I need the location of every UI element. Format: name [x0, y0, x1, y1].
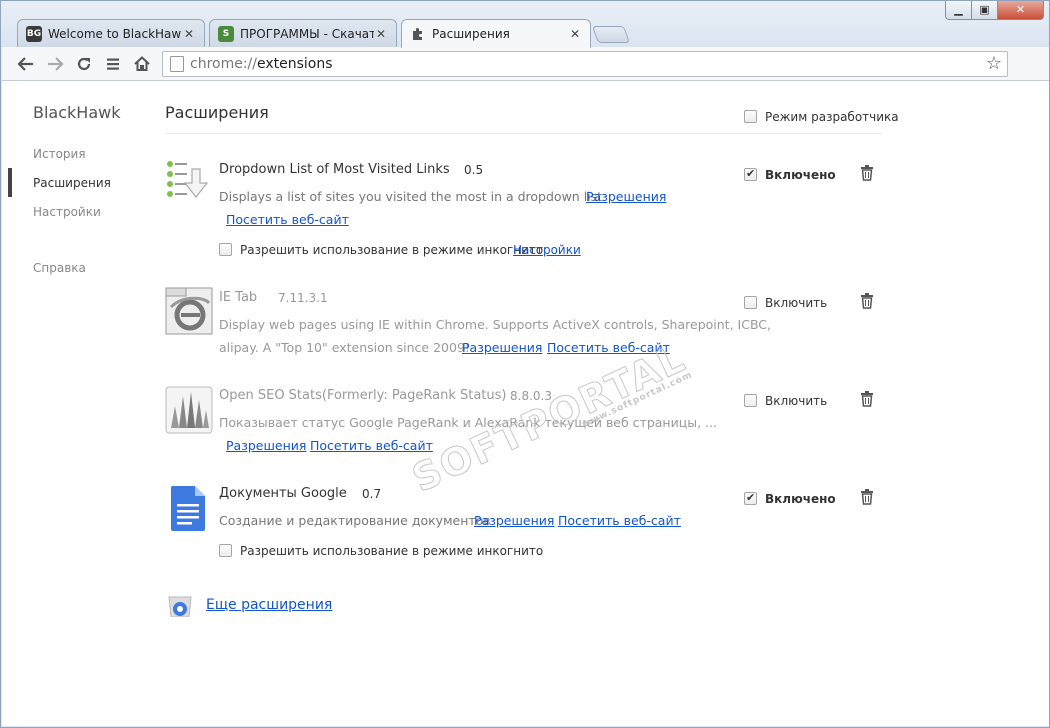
reload-icon[interactable] — [74, 54, 94, 74]
tab-extensions[interactable]: Расширения ✕ — [401, 19, 591, 48]
address-bar[interactable]: chrome://extensions ☆ — [162, 51, 1008, 77]
extension-version: 7.11.3.1 — [278, 291, 328, 305]
permissions-link[interactable]: Разрешения — [474, 513, 554, 528]
trash-icon[interactable] — [860, 165, 874, 181]
sidebar-title: BlackHawk — [33, 103, 121, 122]
sidebar-item-history[interactable]: История — [33, 147, 86, 161]
tab-title: Welcome to BlackHawk W — [48, 26, 182, 41]
incognito-label: Разрешить использование в режиме инкогни… — [240, 544, 544, 558]
google-docs-icon — [165, 484, 213, 532]
tab-blackhawk[interactable]: BG Welcome to BlackHawk W ✕ — [17, 19, 205, 47]
ie-tab-icon — [165, 287, 213, 335]
visit-website-link[interactable]: Посетить веб-сайт — [226, 212, 349, 227]
visit-website-link[interactable]: Посетить веб-сайт — [558, 513, 681, 528]
window-controls: ▁ ▣ ✕ — [945, 1, 1044, 21]
tab-title: ПРОГРАММЫ - Скачать ( — [240, 26, 374, 41]
extension-name: Open SEO Stats(Formerly: PageRank Status… — [219, 388, 507, 403]
forward-arrow-icon[interactable] — [45, 54, 65, 74]
trash-icon[interactable] — [860, 391, 874, 407]
permissions-link[interactable]: Разрешения — [462, 340, 542, 355]
minimize-button[interactable]: ▁ — [945, 1, 972, 20]
close-tab-icon[interactable]: ✕ — [182, 27, 196, 41]
tab-title: Расширения — [432, 27, 510, 41]
extension-version: 0.7 — [362, 487, 382, 501]
seo-stats-icon — [165, 386, 213, 434]
toolbar: chrome://extensions ☆ — [2, 47, 1049, 81]
page-title: Расширения — [165, 103, 269, 122]
puzzle-icon — [410, 26, 426, 42]
more-extensions-link[interactable]: Еще расширения — [206, 597, 332, 613]
options-link[interactable]: Настройки — [513, 243, 581, 257]
extension-name: IE Tab — [219, 290, 258, 305]
extension-description: alipay. A "Top 10" extension since 2009! — [219, 340, 470, 355]
dev-mode-label: Режим разработчика — [765, 110, 899, 124]
close-window-button[interactable]: ✕ — [998, 1, 1044, 20]
trash-icon[interactable] — [860, 293, 874, 309]
browser-window: ▁ ▣ ✕ BG Welcome to BlackHawk W ✕ S ПРОГ… — [0, 0, 1050, 728]
trash-icon[interactable] — [860, 489, 874, 505]
close-tab-icon[interactable]: ✕ — [374, 27, 388, 41]
incognito-checkbox[interactable] — [219, 243, 232, 256]
sidebar-active-marker — [8, 168, 12, 197]
page-icon — [170, 56, 184, 72]
back-arrow-icon[interactable] — [16, 54, 36, 74]
incognito-label: Разрешить использование в режиме инкогни… — [240, 243, 544, 257]
sidebar-item-settings[interactable]: Настройки — [33, 205, 101, 219]
extension-description: Показывает статус Google PageRank и Alex… — [219, 415, 717, 430]
dropdown-list-icon — [165, 159, 213, 207]
tab-softportal[interactable]: S ПРОГРАММЫ - Скачать ( ✕ — [209, 19, 397, 47]
extension-description: Создание и редактирование документов — [219, 513, 491, 528]
enable-checkbox[interactable] — [744, 167, 757, 181]
extension-name: Dropdown List of Most Visited Links — [219, 162, 450, 177]
extension-description: Displays a list of sites you visited the… — [219, 189, 603, 204]
sidebar-item-help[interactable]: Справка — [33, 261, 86, 275]
permissions-link[interactable]: Разрешения — [226, 438, 306, 453]
enable-label: Включено — [765, 492, 836, 506]
incognito-checkbox[interactable] — [219, 544, 232, 557]
softportal-favicon: S — [218, 25, 234, 42]
dev-mode-checkbox[interactable] — [744, 110, 757, 123]
bookmark-star-icon[interactable]: ☆ — [983, 54, 1005, 74]
menu-icon[interactable] — [103, 54, 123, 74]
enable-label: Включить — [765, 394, 828, 408]
enable-label: Включено — [765, 168, 836, 182]
new-tab-button[interactable] — [591, 26, 631, 43]
sidebar-item-extensions[interactable]: Расширения — [33, 176, 111, 190]
enable-checkbox[interactable] — [744, 296, 757, 309]
url-text: chrome://extensions — [190, 56, 333, 72]
enable-checkbox[interactable] — [744, 394, 757, 407]
blackhawk-favicon: BG — [26, 25, 42, 42]
home-icon[interactable] — [132, 54, 152, 74]
enable-label: Включить — [765, 296, 828, 310]
visit-website-link[interactable]: Посетить веб-сайт — [310, 438, 433, 453]
extension-version: 0.5 — [464, 163, 484, 177]
web-store-icon — [166, 591, 194, 618]
enable-checkbox[interactable] — [744, 491, 757, 505]
extension-description: Display web pages using IE within Chrome… — [219, 317, 771, 332]
header-divider — [165, 133, 882, 134]
permissions-link[interactable]: Разрешения — [586, 189, 666, 204]
close-tab-icon[interactable]: ✕ — [568, 27, 582, 41]
maximize-button[interactable]: ▣ — [972, 1, 998, 20]
extension-name: Документы Google — [219, 486, 347, 501]
page-content: BlackHawk История Расширения Настройки С… — [2, 81, 1049, 726]
